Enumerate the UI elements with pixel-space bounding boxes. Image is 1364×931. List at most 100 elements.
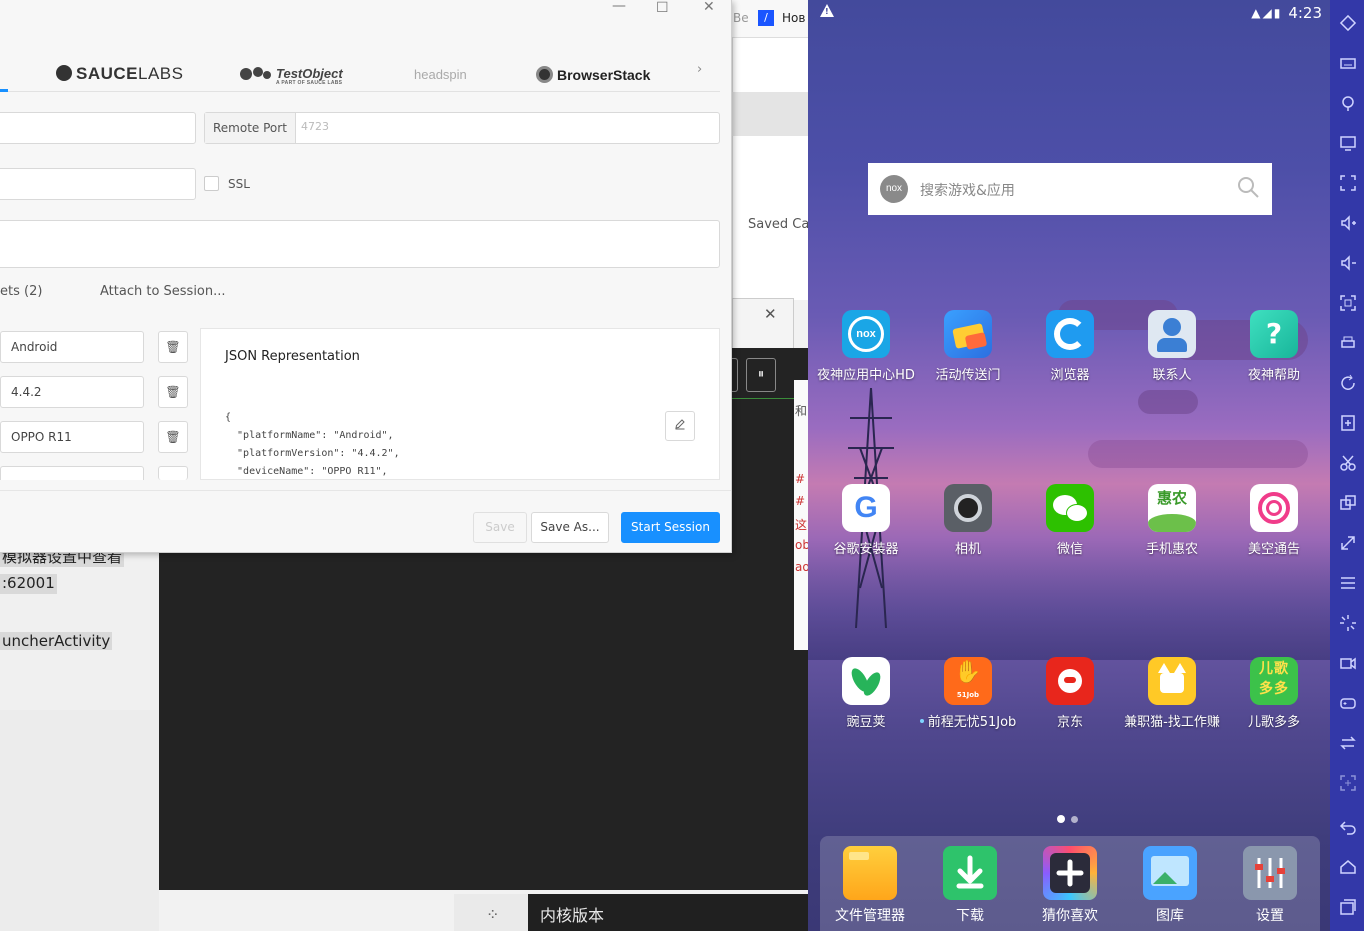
delete-capability-button[interactable]: 🗑	[158, 331, 188, 363]
tab-attach-to-session[interactable]: Attach to Session...	[100, 284, 226, 299]
app-activity-portal[interactable]: 活动传送门	[917, 310, 1019, 383]
apk-install-icon[interactable]	[1339, 414, 1357, 432]
page-dot[interactable]	[1057, 815, 1065, 823]
screen-icon[interactable]	[1339, 134, 1357, 152]
app-label: 夜神应用中心HD	[817, 368, 915, 383]
saucelabs-label-light: LABS	[138, 64, 184, 83]
rotate-icon[interactable]	[1339, 14, 1357, 32]
page-dot[interactable]	[1071, 816, 1078, 823]
app-nox-center[interactable]: nox 夜神应用中心HD	[815, 310, 917, 383]
edit-json-button[interactable]	[665, 411, 695, 441]
scissors-icon[interactable]	[1339, 454, 1357, 472]
capability-value-field[interactable]	[0, 466, 144, 480]
nox-help-icon: ?	[1250, 310, 1298, 358]
recent-apps-icon[interactable]	[1339, 898, 1357, 916]
remote-port-input[interactable]	[301, 120, 701, 133]
capability-value-field[interactable]: OPPO R11	[0, 421, 144, 453]
status-bar: ! ▲◢▮ 4:23	[808, 0, 1330, 26]
home-dock: 文件管理器 下载 猜你喜欢 图库 设置	[820, 836, 1320, 931]
tab-browserstack[interactable]: BrowserStack	[536, 66, 650, 83]
keyboard-icon[interactable]	[1339, 54, 1357, 72]
app-wechat[interactable]: 微信	[1019, 484, 1121, 557]
remote-path-field[interactable]	[0, 168, 196, 200]
wallpaper-cloud	[1088, 440, 1308, 468]
bg-browser-tab-1[interactable]: Be	[733, 11, 749, 25]
bg-browser-tab-2[interactable]: Нов	[782, 11, 805, 25]
bg-saved-caps-tab[interactable]: Saved Cap	[748, 217, 808, 232]
app-google-installer[interactable]: G 谷歌安装器	[815, 484, 917, 557]
app-jd[interactable]: 京东	[1019, 657, 1121, 730]
save-button[interactable]: Save	[473, 512, 527, 543]
start-session-button[interactable]: Start Session	[621, 512, 720, 543]
ssl-checkbox[interactable]	[204, 176, 219, 191]
dock-file-manager[interactable]: 文件管理器	[820, 846, 920, 925]
tab-testobject[interactable]: TestObject A PART OF SAUCE LABS	[236, 64, 343, 86]
close-icon[interactable]: ✕	[703, 0, 715, 15]
gamepad-icon[interactable]	[1339, 694, 1357, 712]
bg-note-line: uncherActivity	[0, 632, 113, 650]
search-icon[interactable]	[1236, 175, 1260, 199]
app-browser[interactable]: 浏览器	[1019, 310, 1121, 383]
capability-value-field[interactable]: 4.4.2	[0, 376, 144, 408]
menu-icon[interactable]	[1339, 574, 1357, 592]
bg-log-line: ao	[795, 560, 808, 574]
app-jianzhimao[interactable]: 兼职猫-找工作赚	[1121, 657, 1223, 730]
location-icon[interactable]	[1339, 94, 1357, 112]
dock-settings[interactable]: 设置	[1220, 846, 1320, 925]
emulator-toolbar	[1330, 0, 1364, 931]
browser-icon	[1046, 310, 1094, 358]
video-record-icon[interactable]	[1339, 654, 1357, 672]
back-icon[interactable]	[1339, 818, 1357, 836]
delete-capability-button[interactable]	[158, 466, 188, 480]
remote-host-field[interactable]	[0, 112, 196, 144]
capability-value-field[interactable]: Android	[0, 331, 144, 363]
wallpaper-cloud	[1138, 390, 1198, 414]
app-huinong[interactable]: 惠农 手机惠农	[1121, 484, 1223, 557]
volume-down-icon[interactable]	[1339, 254, 1357, 272]
app-nox-help[interactable]: ? 夜神帮助	[1223, 310, 1325, 383]
bg-dialog-close-icon[interactable]: ✕	[764, 305, 777, 323]
meikong-icon	[1250, 484, 1298, 532]
multi-instance-icon[interactable]	[1339, 494, 1357, 512]
app-search-bar[interactable]: nox 搜索游戏&应用	[868, 163, 1272, 215]
dock-guess-you-like[interactable]: 猜你喜欢	[1020, 846, 1120, 925]
tab-headspin[interactable]: headspin	[414, 67, 467, 82]
app-camera[interactable]: 相机	[917, 484, 1019, 557]
delete-capability-button[interactable]: 🗑	[158, 421, 188, 453]
bg-lower-panel	[0, 710, 159, 931]
tab-saved-capability-sets[interactable]: ets (2)	[0, 284, 42, 299]
erge-icon: 儿歌多多	[1250, 657, 1298, 705]
maximize-icon[interactable]: ☐	[656, 0, 669, 16]
focus-icon[interactable]	[1339, 774, 1357, 792]
saucelabs-label-bold: SAUCE	[76, 64, 139, 83]
screenshot-icon[interactable]	[1339, 294, 1357, 312]
tab-saucelabs[interactable]: SAUCELABS	[56, 64, 184, 84]
bg-pause-icon[interactable]: ⏸	[746, 358, 776, 392]
app-erge[interactable]: 儿歌多多 儿歌多多	[1223, 657, 1325, 730]
app-51job[interactable]: ✋ 51Job 前程无忧51Job	[917, 657, 1019, 730]
chevron-right-icon[interactable]: ›	[697, 62, 702, 77]
wifi-signal-battery-icon: ▲◢▮	[1251, 6, 1283, 20]
volume-up-icon[interactable]	[1339, 214, 1357, 232]
home-icon[interactable]	[1339, 858, 1357, 876]
settings-sliders-icon	[1243, 846, 1297, 900]
app-contacts[interactable]: 联系人	[1121, 310, 1223, 383]
app-wandoujia[interactable]: 豌豆荚	[815, 657, 917, 730]
bg-expand-icon[interactable]: ⁘	[486, 905, 499, 924]
dock-gallery[interactable]: 图库	[1120, 846, 1220, 925]
save-as-button[interactable]: Save As...	[531, 512, 609, 543]
dock-download[interactable]: 下载	[920, 846, 1020, 925]
app-meikong[interactable]: 美空通告	[1223, 484, 1325, 557]
resize-icon[interactable]	[1339, 534, 1357, 552]
app-label: 豌豆荚	[846, 715, 886, 730]
fullscreen-icon[interactable]	[1339, 174, 1357, 192]
remote-port-field[interactable]: Remote Port	[204, 112, 720, 144]
server-url-field[interactable]	[0, 220, 720, 268]
refresh-icon[interactable]	[1339, 374, 1357, 392]
delete-capability-button[interactable]: 🗑	[158, 376, 188, 408]
minimize-icon[interactable]: —	[612, 0, 626, 14]
loading-icon[interactable]	[1339, 614, 1357, 632]
print-icon[interactable]	[1339, 334, 1357, 352]
status-time: 4:23	[1288, 4, 1322, 22]
sync-icon[interactable]	[1339, 734, 1357, 752]
